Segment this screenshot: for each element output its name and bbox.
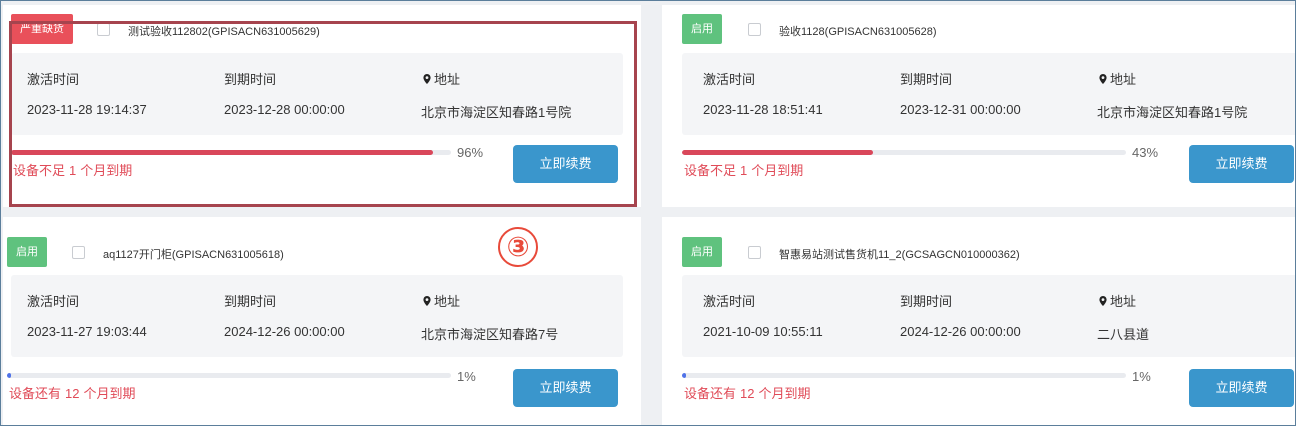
device-name: 智惠易站测试售货机11_2(GCSAGCN010000362)	[779, 249, 1020, 261]
device-card: 启用 验收1128(GPISACN631005628) 激活时间 2023-11…	[662, 5, 1295, 207]
expiry-status-text: 设备还有 12 个月到期	[682, 383, 813, 402]
address-value: 北京市海淀区知春路7号	[421, 327, 559, 342]
device-checkbox[interactable]	[748, 246, 761, 259]
address-label: 地址	[1110, 294, 1137, 309]
status-months: 1	[740, 163, 748, 178]
device-info-panel: 激活时间 2023-11-28 19:14:37 到期时间 2023-12-28…	[11, 53, 623, 135]
address-label: 地址	[434, 294, 461, 309]
progress-percent: 96%	[457, 145, 484, 160]
activation-time-value: 2023-11-27 19:03:44	[27, 324, 147, 339]
address-label: 地址	[434, 72, 461, 87]
status-months: 12	[740, 386, 755, 401]
activation-time-label: 激活时间	[703, 72, 756, 87]
expiry-progress-bar	[7, 373, 451, 378]
device-checkbox[interactable]	[748, 23, 761, 36]
status-months: 1	[69, 163, 77, 178]
status-badge: 启用	[7, 237, 47, 267]
expiry-time-value: 2023-12-28 00:00:00	[224, 102, 345, 117]
status-unit: 个月到期	[83, 386, 136, 401]
status-unit: 个月到期	[80, 163, 133, 178]
activation-time-label: 激活时间	[27, 72, 80, 87]
status-badge: 启用	[682, 14, 722, 44]
activation-time-value: 2021-10-09 10:55:11	[703, 324, 823, 339]
status-months: 12	[65, 386, 80, 401]
address-value: 北京市海淀区知春路1号院	[421, 105, 572, 120]
renew-button[interactable]: 立即续费	[513, 369, 618, 407]
device-name: 测试验收112802(GPISACN631005629)	[128, 26, 320, 38]
progress-fill	[11, 150, 434, 155]
renew-button[interactable]: 立即续费	[513, 145, 618, 183]
expiry-progress-bar	[682, 373, 1126, 378]
progress-fill	[682, 150, 873, 155]
progress-fill	[682, 373, 687, 378]
address-label: 地址	[1110, 72, 1137, 87]
device-card: 严重缺货 测试验收112802(GPISACN631005629) 激活时间 2…	[3, 5, 641, 207]
expiry-time-value: 2023-12-31 00:00:00	[900, 102, 1021, 117]
device-list-panel: 严重缺货 测试验收112802(GPISACN631005629) 激活时间 2…	[0, 0, 1296, 426]
status-prefix: 设备不足	[13, 163, 66, 178]
expiry-time-label: 到期时间	[224, 294, 277, 309]
device-card: 启用 智惠易站测试售货机11_2(GCSAGCN010000362) 激活时间 …	[662, 217, 1295, 425]
location-pin-icon	[1097, 295, 1109, 307]
activation-time-label: 激活时间	[703, 294, 756, 309]
progress-percent: 43%	[1132, 145, 1159, 160]
device-info-panel: 激活时间 2021-10-09 10:55:11 到期时间 2024-12-26…	[682, 275, 1295, 357]
expiry-status-text: 设备不足 1 个月到期	[682, 160, 805, 179]
status-prefix: 设备还有	[684, 386, 737, 401]
location-pin-icon	[1097, 73, 1109, 85]
progress-percent: 1%	[1132, 369, 1151, 384]
activation-time-value: 2023-11-28 19:14:37	[27, 102, 147, 117]
address-value: 北京市海淀区知春路1号院	[1097, 105, 1248, 120]
device-name: 验收1128(GPISACN631005628)	[779, 26, 937, 38]
activation-time-label: 激活时间	[27, 294, 80, 309]
status-unit: 个月到期	[758, 386, 811, 401]
expiry-time-value: 2024-12-26 00:00:00	[900, 324, 1021, 339]
progress-percent: 1%	[457, 369, 476, 384]
expiry-time-label: 到期时间	[900, 72, 953, 87]
expiry-time-value: 2024-12-26 00:00:00	[224, 324, 345, 339]
device-checkbox[interactable]	[72, 246, 85, 259]
address-value: 二八县道	[1097, 327, 1150, 342]
status-unit: 个月到期	[751, 163, 804, 178]
renew-button[interactable]: 立即续费	[1189, 369, 1294, 407]
progress-fill	[7, 373, 12, 378]
location-pin-icon	[421, 295, 433, 307]
device-checkbox[interactable]	[97, 23, 110, 36]
expiry-progress-bar	[682, 150, 1126, 155]
device-info-panel: 激活时间 2023-11-28 18:51:41 到期时间 2023-12-31…	[682, 53, 1295, 135]
status-prefix: 设备还有	[9, 386, 62, 401]
device-info-panel: 激活时间 2023-11-27 19:03:44 到期时间 2024-12-26…	[11, 275, 623, 357]
expiry-status-text: 设备不足 1 个月到期	[11, 160, 134, 179]
expiry-time-label: 到期时间	[900, 294, 953, 309]
expiry-time-label: 到期时间	[224, 72, 277, 87]
status-prefix: 设备不足	[684, 163, 737, 178]
renew-button[interactable]: 立即续费	[1189, 145, 1294, 183]
device-name: aq1127开门柜(GPISACN631005618)	[103, 249, 284, 261]
step-marker: ③	[498, 227, 538, 267]
expiry-status-text: 设备还有 12 个月到期	[7, 383, 138, 402]
expiry-progress-bar	[11, 150, 451, 155]
activation-time-value: 2023-11-28 18:51:41	[703, 102, 823, 117]
device-card: 启用 aq1127开门柜(GPISACN631005618) 激活时间 2023…	[3, 217, 641, 425]
status-badge: 严重缺货	[11, 14, 73, 44]
status-badge: 启用	[682, 237, 722, 267]
location-pin-icon	[421, 73, 433, 85]
